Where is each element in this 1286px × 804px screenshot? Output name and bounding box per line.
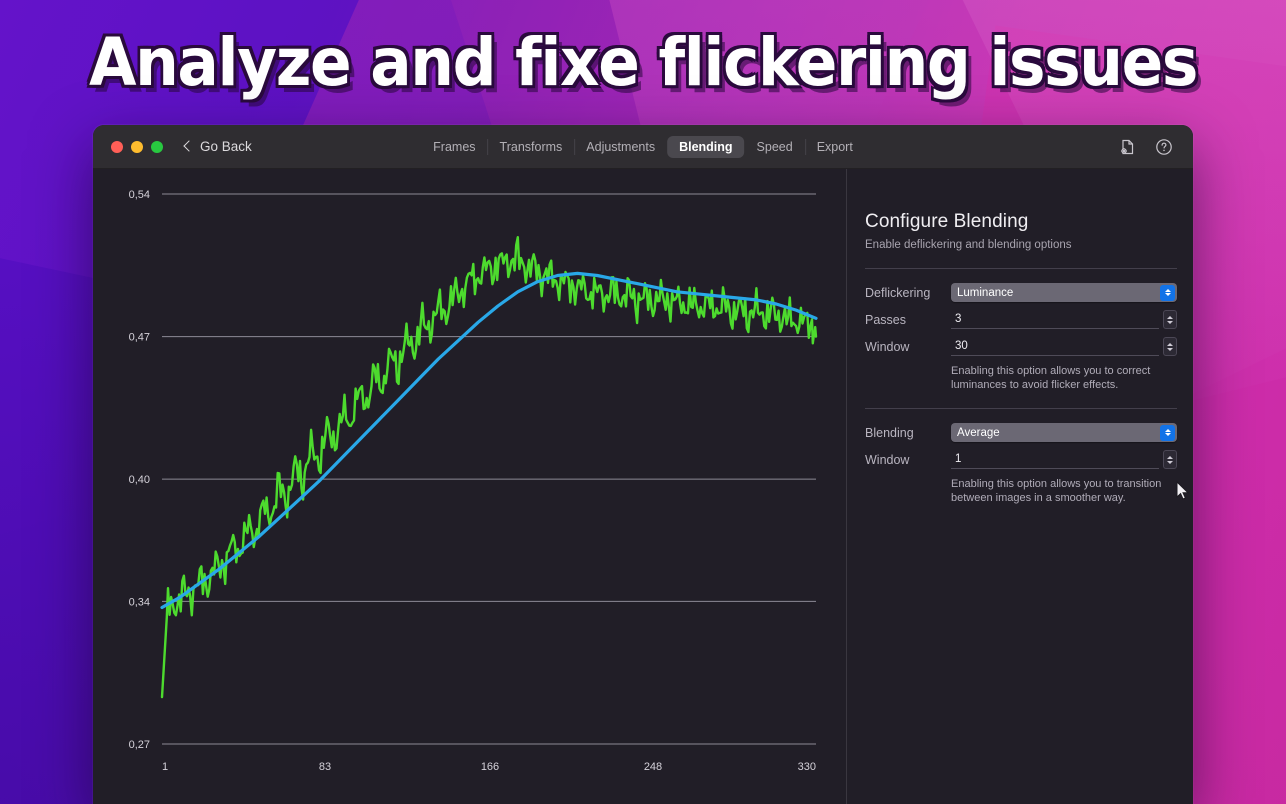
caret-down-icon [1164,293,1171,296]
deflickering-label: Deflickering [865,285,931,300]
blending-row: Blending Average [865,423,1177,442]
app-window: Go Back Frames Transforms Adjustments Bl… [93,125,1193,804]
passes-label: Passes [865,312,906,327]
toolbar-tabs: Frames Transforms Adjustments Blending S… [421,135,865,158]
chevron-updown-icon [1160,424,1175,441]
deflickering-hint: Enabling this option allows you to corre… [951,365,1151,391]
passes-row: Passes 3 [865,310,1177,329]
deflickering-select[interactable]: Luminance [951,283,1177,302]
deflickering-row: Deflickering Luminance [865,283,1177,302]
tab-transforms[interactable]: Transforms [487,136,575,158]
tab-blending[interactable]: Blending [667,135,745,158]
stepper-down-icon[interactable] [1167,320,1173,324]
deflickering-window-field: 30 [951,337,1177,356]
traffic-lights [111,140,163,153]
go-back-label: Go Back [200,139,252,154]
chevron-left-icon [183,140,195,152]
close-window-button[interactable] [111,140,123,153]
deflickering-window-label: Window [865,339,910,354]
passes-field: 3 [951,310,1177,329]
stepper-down-icon[interactable] [1167,347,1173,351]
tab-export[interactable]: Export [804,136,865,158]
stepper-up-icon[interactable] [1167,342,1173,346]
x-axis-tick-label: 1 [162,761,168,773]
series-original-luminance [160,236,818,699]
passes-input[interactable]: 3 [951,310,1159,329]
x-axis-tick-label: 248 [644,761,662,773]
stepper-down-icon[interactable] [1167,460,1173,464]
chart-x-axis-labels: 1 83 166 248 330 [162,761,816,773]
y-axis-tick-label: 0,47 [129,332,150,344]
tab-speed[interactable]: Speed [745,136,805,158]
blending-field: Average [951,423,1177,442]
tab-frames[interactable]: Frames [421,136,487,158]
chevron-updown-icon [1160,284,1175,301]
chart-gridlines [162,193,816,745]
deflickering-field: Luminance [951,283,1177,302]
blending-hint: Enabling this option allows you to trans… [951,478,1162,504]
luminance-chart: 0,27 0,34 0,40 0,47 0,54 1 83 166 248 330 [93,169,847,804]
passes-stepper[interactable] [1163,310,1177,329]
tab-adjustments[interactable]: Adjustments [574,136,667,158]
panel-title: Configure Blending [865,211,1029,232]
file-settings-icon[interactable] [1119,138,1137,156]
y-axis-tick-label: 0,27 [129,739,150,751]
caret-up-icon [1164,429,1171,432]
blending-settings-panel: Configure Blending Enable deflickering a… [847,169,1193,804]
window-body: 0,27 0,34 0,40 0,47 0,54 1 83 166 248 330 Config… [93,169,1193,804]
deflickering-value: Luminance [957,286,1014,299]
blending-window-field: 1 [951,450,1177,469]
y-axis-tick-label: 0,40 [129,474,150,486]
blending-select[interactable]: Average [951,423,1177,442]
series-deflickered-luminance [160,271,818,610]
panel-divider [865,408,1177,409]
page-headline: Analyze and fixe flickering issues [89,24,1198,101]
deflickering-window-input[interactable]: 30 [951,337,1159,356]
deflickering-window-row: Window 30 [865,337,1177,356]
zoom-window-button[interactable] [151,140,163,153]
titlebar-actions [1119,138,1173,156]
go-back-button[interactable]: Go Back [183,139,252,154]
help-icon[interactable] [1155,138,1173,156]
blending-window-stepper[interactable] [1163,450,1177,469]
minimize-window-button[interactable] [131,140,143,153]
blending-window-row: Window 1 [865,450,1177,469]
chart-canvas: 0,27 0,34 0,40 0,47 0,54 1 83 166 248 330 [129,189,818,773]
window-titlebar: Go Back Frames Transforms Adjustments Bl… [93,125,1193,169]
caret-down-icon [1164,433,1171,436]
panel-divider [865,268,1177,269]
stepper-up-icon[interactable] [1167,455,1173,459]
y-axis-tick-label: 0,54 [129,189,150,201]
chart-y-axis-labels: 0,27 0,34 0,40 0,47 0,54 [129,189,150,751]
caret-up-icon [1164,289,1171,292]
y-axis-tick-label: 0,34 [129,596,150,608]
blending-label: Blending [865,425,914,440]
x-axis-tick-label: 330 [798,761,816,773]
deflickering-window-stepper[interactable] [1163,337,1177,356]
blending-window-label: Window [865,452,910,467]
x-axis-tick-label: 83 [319,761,331,773]
panel-subtitle: Enable deflickering and blending options [865,239,1072,251]
blending-window-input[interactable]: 1 [951,450,1159,469]
x-axis-tick-label: 166 [481,761,499,773]
stepper-up-icon[interactable] [1167,315,1173,319]
blending-value: Average [957,426,1000,439]
